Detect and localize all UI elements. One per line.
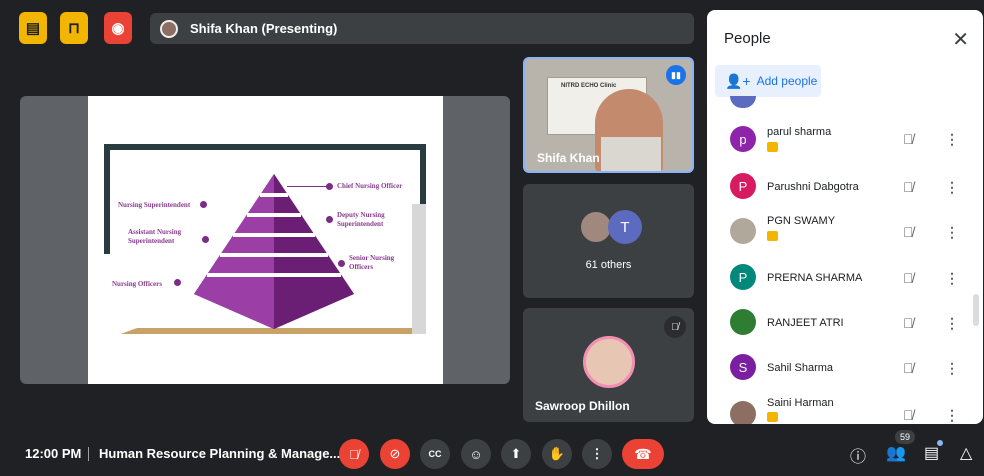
- record-icon[interactable]: ◉: [104, 12, 132, 44]
- add-person-icon: 👤+: [725, 72, 751, 89]
- participant-tile[interactable]: 🎙̸ Sawroop Dhillon: [523, 308, 694, 422]
- avatar: S: [730, 354, 756, 380]
- mic-off-button[interactable]: 🎙̸: [339, 439, 369, 469]
- list-item[interactable]: S Sahil Sharma 🎙̸ ⋮: [707, 349, 969, 394]
- camera-off-button[interactable]: ⊘: [380, 439, 410, 469]
- info-icon[interactable]: ⓘ: [850, 443, 866, 467]
- pyramid-graphic: [194, 174, 354, 329]
- breakout-icon[interactable]: ⊓: [60, 12, 88, 44]
- avatar: [730, 309, 756, 335]
- more-options-icon[interactable]: ⋮: [945, 407, 959, 424]
- more-options-icon[interactable]: ⋮: [945, 131, 959, 148]
- participants-list[interactable]: p parul sharma 🎙̸ ⋮ P Parushni Dabgotra …: [707, 96, 969, 424]
- scrollbar[interactable]: [973, 104, 979, 424]
- chat-icon[interactable]: ▤: [924, 443, 939, 463]
- presenting-badge-icon: [767, 231, 778, 241]
- mic-off-icon[interactable]: 🎙̸: [903, 131, 914, 147]
- more-options-icon[interactable]: ⋮: [945, 179, 959, 196]
- tile-participant-name: Sawroop Dhillon: [535, 399, 630, 413]
- meeting-title: Human Resource Planning & Manage...: [99, 446, 341, 461]
- raise-hand-button[interactable]: ✋: [542, 439, 572, 469]
- chat-notification-dot: [937, 440, 943, 446]
- emoji-button[interactable]: ☺: [461, 439, 491, 469]
- presentation-slide: Chief Nursing Officer Deputy Nursing Sup…: [88, 96, 443, 384]
- slide-frame: Chief Nursing Officer Deputy Nursing Sup…: [104, 144, 426, 334]
- participant-count-badge: 59: [895, 430, 915, 444]
- presenter-video-tile[interactable]: NITRD ECHO Clinic ▮▮ Shifa Khan: [523, 57, 694, 173]
- scrollbar-thumb[interactable]: [973, 294, 979, 326]
- list-item[interactable]: P Parushni Dabgotra 🎙̸ ⋮: [707, 168, 969, 213]
- mic-off-icon[interactable]: 🎙̸: [903, 315, 914, 331]
- presentation-stage: Chief Nursing Officer Deputy Nursing Sup…: [20, 96, 510, 384]
- more-options-icon[interactable]: ⋮: [945, 224, 959, 241]
- mic-off-icon[interactable]: 🎙̸: [903, 224, 914, 240]
- level-label: Chief Nursing Officer: [337, 182, 403, 190]
- list-item[interactable]: Saini Harman 🎙̸ ⋮: [707, 394, 969, 424]
- mic-off-icon[interactable]: 🎙̸: [903, 407, 914, 423]
- others-count: 61 others: [585, 259, 632, 271]
- more-options-icon[interactable]: ⋮: [945, 270, 959, 287]
- more-options-icon[interactable]: ⋮: [945, 360, 959, 377]
- level-label: Senior Nursing Officers: [349, 254, 395, 272]
- clock: 12:00 PM: [25, 446, 82, 461]
- activities-icon[interactable]: △: [960, 443, 972, 463]
- avatar: p: [730, 126, 756, 152]
- add-people-button[interactable]: 👤+ Add people: [715, 65, 821, 97]
- list-item[interactable]: p parul sharma 🎙̸ ⋮: [707, 122, 969, 167]
- speaking-icon: ▮▮: [666, 65, 686, 85]
- people-panel: People ✕ 👤+ Add people p parul sharma 🎙̸…: [707, 10, 983, 424]
- presenting-badge-icon: [767, 142, 778, 152]
- avatar: P: [730, 173, 756, 199]
- tile-participant-name: Shifa Khan: [537, 151, 600, 165]
- mic-off-icon[interactable]: 🎙̸: [903, 360, 914, 376]
- list-item[interactable]: PGN SWAMY 🎙̸ ⋮: [707, 213, 969, 258]
- avatar: [583, 336, 635, 388]
- avatar: P: [730, 264, 756, 290]
- top-bar: ▤ ⊓ ◉ Shifa Khan (Presenting): [0, 0, 700, 52]
- panel-title: People: [724, 30, 771, 47]
- people-icon[interactable]: 👥: [886, 443, 906, 463]
- list-item[interactable]: RANJEET ATRI 🎙̸ ⋮: [707, 304, 969, 349]
- list-item[interactable]: P PRERNA SHARMA 🎙̸ ⋮: [707, 259, 969, 304]
- close-icon[interactable]: ✕: [952, 27, 969, 52]
- more-options-icon[interactable]: ⋮: [945, 315, 959, 332]
- presenter-avatar: [160, 19, 178, 38]
- clinic-sign: NITRD ECHO Clinic: [561, 83, 617, 89]
- level-label: Deputy Nursing Superintendent: [337, 211, 385, 229]
- presenter-label: Shifa Khan (Presenting): [190, 21, 338, 36]
- level-label: Assistant Nursing Superintendent: [128, 228, 182, 246]
- captions-button[interactable]: CC: [420, 439, 450, 469]
- bottom-bar: 12:00 PM Human Resource Planning & Manag…: [0, 430, 984, 476]
- avatar: T: [608, 210, 642, 244]
- present-icon[interactable]: ▤: [19, 12, 47, 44]
- avatar: [730, 218, 756, 244]
- avatar: [730, 401, 756, 424]
- more-options-button[interactable]: ⋮: [582, 439, 612, 469]
- mic-off-icon[interactable]: 🎙̸: [903, 270, 914, 286]
- present-screen-button[interactable]: ⬆: [501, 439, 531, 469]
- mic-off-icon: 🎙̸: [664, 316, 686, 338]
- leave-call-button[interactable]: ☎: [622, 439, 664, 469]
- others-tile[interactable]: T 61 others: [523, 184, 694, 298]
- presenting-badge-icon: [767, 412, 778, 422]
- level-label: Nursing Superintendent: [118, 201, 191, 209]
- level-label: Nursing Officers: [112, 280, 162, 288]
- mic-off-icon[interactable]: 🎙̸: [903, 179, 914, 195]
- presenter-pill[interactable]: Shifa Khan (Presenting): [150, 13, 694, 44]
